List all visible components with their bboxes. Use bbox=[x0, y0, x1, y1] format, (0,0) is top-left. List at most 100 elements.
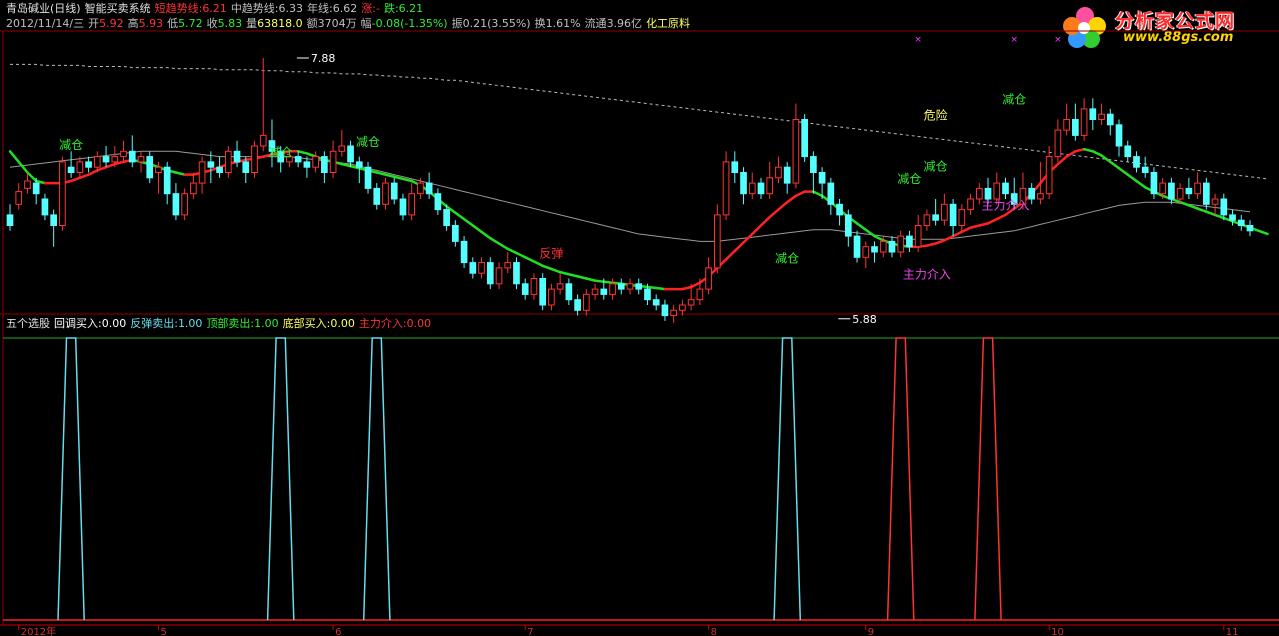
candle-body-down bbox=[801, 119, 808, 158]
candle bbox=[425, 172, 433, 199]
candle-body-up bbox=[897, 235, 905, 253]
candle-body-down bbox=[41, 198, 49, 216]
candle-body-down bbox=[1168, 182, 1175, 200]
candle-body-down bbox=[888, 240, 896, 253]
top-marker: × bbox=[1010, 35, 1018, 45]
short-trend-segment bbox=[506, 247, 518, 255]
candle bbox=[50, 209, 58, 247]
candle-body-down bbox=[434, 193, 442, 211]
short-trend-segment bbox=[78, 173, 90, 180]
candle bbox=[364, 161, 372, 194]
candle-body-up bbox=[120, 150, 127, 158]
short-trend-segment bbox=[768, 208, 780, 219]
candle-body-up bbox=[417, 182, 424, 195]
candle-body-down bbox=[373, 187, 381, 205]
short-trend-segment bbox=[532, 260, 544, 268]
candle bbox=[120, 140, 127, 162]
candle-body-up bbox=[923, 214, 931, 226]
time-tick-label: 8 bbox=[711, 627, 717, 636]
candle-body-down bbox=[1115, 124, 1123, 147]
candle bbox=[495, 262, 503, 290]
short-trend-segment bbox=[986, 217, 999, 225]
candle bbox=[1037, 161, 1044, 205]
candle bbox=[941, 193, 948, 226]
candle-body-down bbox=[731, 161, 739, 173]
candle bbox=[766, 161, 774, 199]
top-markers: × × × bbox=[914, 35, 1061, 45]
short-trend-segment bbox=[1074, 147, 1086, 153]
year-line bbox=[10, 63, 1268, 180]
short-trend-segment bbox=[489, 236, 501, 245]
short-trend-segment bbox=[794, 190, 806, 198]
candle-body-down bbox=[425, 182, 433, 195]
candle-body-down bbox=[906, 235, 913, 248]
candle bbox=[556, 273, 564, 295]
short-trend-segment bbox=[785, 194, 798, 204]
candle-body-up bbox=[137, 156, 145, 163]
candle bbox=[478, 257, 485, 279]
candle bbox=[67, 151, 75, 178]
short-trend-segment bbox=[392, 175, 405, 181]
signal-label: 主力介入 bbox=[981, 199, 1029, 213]
candle-body-down bbox=[661, 304, 669, 317]
signal-label: 危险 bbox=[924, 108, 948, 123]
candle-body-down bbox=[1237, 219, 1245, 226]
time-tick-label: 7 bbox=[527, 627, 533, 636]
candle-body-down bbox=[469, 262, 477, 274]
short-trend-segment bbox=[602, 280, 614, 284]
candle-body-down bbox=[216, 166, 223, 173]
short-trend-segment bbox=[681, 285, 693, 291]
candle bbox=[679, 299, 686, 316]
short-trend-segment bbox=[1196, 207, 1208, 213]
candle bbox=[181, 188, 188, 221]
candle-body-down bbox=[836, 203, 843, 216]
short-trend-segment bbox=[969, 224, 981, 229]
candle-body-down bbox=[294, 156, 302, 163]
candle-body-down bbox=[617, 283, 625, 290]
candle-body-down bbox=[1203, 182, 1210, 205]
candle bbox=[15, 183, 23, 210]
short-trend-segment bbox=[593, 279, 606, 283]
candle-body-down bbox=[1141, 166, 1149, 173]
candle bbox=[923, 209, 931, 231]
candle-body-down bbox=[513, 262, 520, 285]
candle bbox=[1246, 220, 1254, 237]
candle bbox=[949, 199, 957, 237]
candle-body-down bbox=[1002, 182, 1009, 195]
candle bbox=[102, 146, 110, 168]
candle-body-up bbox=[59, 161, 66, 226]
short-trend-segment bbox=[951, 230, 964, 238]
candle bbox=[1063, 103, 1070, 136]
short-trend-segment bbox=[995, 213, 1007, 221]
short-trend-segment bbox=[925, 242, 937, 247]
candle-body-down bbox=[652, 299, 660, 306]
short-trend-segment bbox=[515, 251, 527, 259]
candle-body-up bbox=[1037, 193, 1044, 200]
candle-body-up bbox=[408, 193, 416, 216]
candle bbox=[844, 209, 852, 247]
candle-body-down bbox=[757, 182, 765, 195]
candle bbox=[1045, 146, 1053, 199]
candle bbox=[810, 151, 817, 194]
candle-body-up bbox=[722, 161, 730, 216]
candle-body-down bbox=[207, 161, 215, 168]
candle bbox=[329, 140, 337, 178]
candle-body-up bbox=[382, 182, 389, 205]
ind-label-0: 回调买入: bbox=[54, 317, 102, 330]
candle-body-up bbox=[775, 166, 782, 179]
candle bbox=[1124, 140, 1132, 162]
candle bbox=[652, 294, 660, 311]
short-trend-segment bbox=[654, 286, 667, 291]
candle-body-down bbox=[600, 288, 608, 295]
candle-body-down bbox=[984, 187, 992, 200]
candle bbox=[1133, 151, 1140, 173]
candle bbox=[626, 278, 634, 295]
short-trend-segment bbox=[550, 267, 562, 274]
candle-body-up bbox=[792, 119, 800, 184]
candle bbox=[224, 146, 232, 178]
candle-body-up bbox=[478, 262, 485, 274]
short-trend-segment bbox=[1178, 200, 1191, 207]
candle bbox=[390, 177, 398, 205]
candle bbox=[85, 156, 92, 173]
candle-body-up bbox=[1159, 182, 1167, 195]
